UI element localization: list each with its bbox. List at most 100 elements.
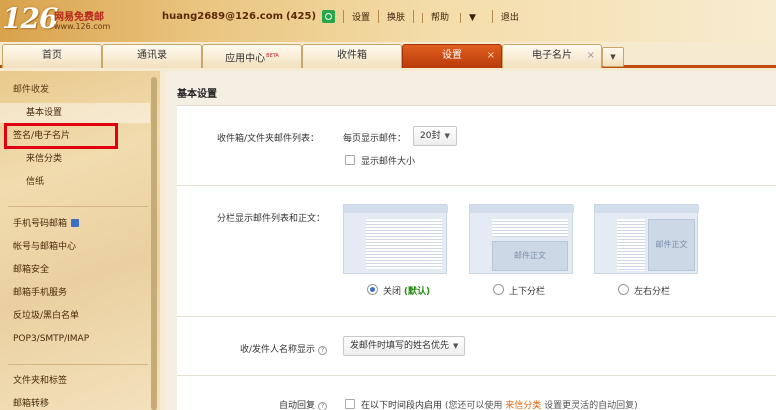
split-off-label: 关闭 (默认) — [383, 284, 430, 297]
auto-reply-hint: (您还可以使用 — [444, 401, 503, 410]
sender-display-select[interactable]: 发邮件时填写的姓名优先 ▼ — [343, 336, 466, 356]
preview-toolbar — [595, 205, 699, 213]
signature-highlight-box — [4, 123, 118, 149]
sidebar-divider — [8, 206, 148, 207]
sidebar-item-antispam[interactable]: 反垃圾/黑白名单 — [0, 306, 150, 326]
sidebar-item-mail-filter[interactable]: 来信分类 — [0, 149, 150, 169]
sidebar-item-account-center[interactable]: 帐号与邮箱中心 — [0, 237, 150, 257]
chevron-down-icon: ▼ — [444, 132, 450, 140]
chevron-down-icon: ▼ — [453, 342, 459, 350]
split-off-radio[interactable] — [367, 284, 378, 295]
preview-toolbar — [344, 205, 448, 213]
auto-reply-line: 在以下时间段内启用 (您还可以使用 来信分类 设置更灵活的自动回复) — [361, 398, 638, 410]
sidebar-item-stationery[interactable]: 信纸 — [0, 172, 150, 192]
sidebar-divider — [8, 364, 148, 365]
tab-ecard[interactable]: 电子名片 × — [502, 44, 602, 68]
tab-app-center-label: 应用中心 — [225, 53, 266, 65]
preview-body: 邮件正文 — [648, 219, 695, 271]
sidebar-item-mail-transfer[interactable]: 邮箱转移 — [0, 394, 150, 410]
sender-display-value: 发邮件时填写的姓名优先 — [350, 341, 450, 351]
topbar: huang2689@126.com (425) 设置 换肤 帮助 ▼ 退出 — [162, 10, 527, 23]
split-left-right-radio[interactable] — [618, 284, 629, 295]
auto-reply-tail: 设置更灵活的自动回复) — [544, 401, 638, 410]
info-icon[interactable]: ? — [318, 402, 327, 410]
tab-ecard-label: 电子名片 — [532, 50, 572, 61]
tab-contacts[interactable]: 通讯录 — [102, 44, 202, 68]
tab-settings-label: 设置 — [442, 50, 462, 61]
main-content: 基本设置 收件箱/文件夹邮件列表： 每页显示邮件： 20封 ▼ 显示邮件大小 分栏… — [165, 71, 776, 410]
page-title: 基本设置 — [177, 89, 217, 100]
phone-icon — [71, 219, 80, 227]
top-nav: 设置 换肤 帮助 ▼ 退出 — [343, 10, 527, 23]
tab-more-button[interactable]: ▼ — [602, 47, 624, 67]
chat-icon[interactable] — [322, 10, 336, 23]
preview-top-bottom[interactable]: 邮件正文 — [469, 204, 574, 274]
mail-filter-link[interactable]: 来信分类 — [505, 401, 541, 410]
preview-list — [366, 219, 442, 269]
tab-home[interactable]: 首页 — [2, 44, 102, 68]
split-view-label: 分栏显示邮件列表和正文： — [216, 214, 325, 224]
sidebar-item-basic-settings[interactable]: 基本设置 — [0, 103, 150, 123]
tab-inbox[interactable]: 收件箱 — [302, 44, 402, 68]
close-icon[interactable]: × — [487, 45, 495, 67]
auto-reply-label: 自动回复? — [207, 398, 327, 410]
split-left-right-label: 左右分栏 — [634, 287, 671, 297]
inbox-list-label: 收件箱/文件夹邮件列表： — [216, 134, 319, 144]
beta-badge: BETA — [266, 53, 279, 59]
preview-toolbar — [470, 205, 574, 213]
chevron-down-icon: ▼ — [459, 13, 484, 23]
settings-panel: 收件箱/文件夹邮件列表： 每页显示邮件： 20封 ▼ 显示邮件大小 分栏显示邮件列… — [177, 105, 776, 410]
show-size-label: 显示邮件大小 — [361, 157, 416, 167]
sidebar-item-mobile-service[interactable]: 邮箱手机服务 — [0, 283, 150, 303]
info-icon[interactable]: ? — [318, 346, 327, 355]
default-badge: (默认) — [403, 287, 431, 297]
tab-inbox-label: 收件箱 — [337, 50, 367, 61]
show-size-checkbox[interactable] — [345, 155, 355, 165]
nav-help[interactable]: 帮助 ▼ — [413, 10, 492, 23]
logo-name: 网易免费邮 — [54, 12, 104, 23]
split-top-bottom-label: 上下分栏 — [509, 287, 546, 297]
sidebar-item-security[interactable]: 邮箱安全 — [0, 260, 150, 280]
logo[interactable]: 126 网易免费邮 www.126.com — [2, 2, 152, 38]
sidebar-scroll-thumb[interactable] — [151, 77, 157, 410]
nav-settings[interactable]: 设置 — [343, 10, 378, 23]
per-page-select[interactable]: 20封 ▼ — [413, 126, 457, 146]
sidebar-section-folders[interactable]: 文件夹和标签 — [0, 371, 150, 391]
split-top-bottom-radio[interactable] — [493, 284, 504, 295]
sender-display-text: 收/发件人名称显示 — [239, 345, 315, 355]
sidebar-section-mail[interactable]: 邮件收发 — [0, 80, 150, 100]
row-divider — [177, 316, 776, 317]
header: 126 网易免费邮 www.126.com huang2689@126.com … — [0, 0, 776, 42]
sidebar-item-mobile-mail[interactable]: 手机号码邮箱 — [0, 214, 150, 234]
nav-logout[interactable]: 退出 — [491, 10, 527, 23]
close-icon[interactable]: × — [587, 45, 595, 67]
auto-reply-text: 在以下时间段内启用 — [361, 401, 443, 410]
tab-settings[interactable]: 设置 × — [402, 44, 502, 68]
preview-list — [492, 219, 568, 237]
row-divider — [177, 375, 776, 376]
split-off-text: 关闭 — [383, 287, 402, 297]
chevron-down-icon: ▼ — [610, 53, 616, 61]
tab-bar: 首页 通讯录 应用中心BETA 收件箱 设置 × 电子名片 × ▼ — [0, 42, 776, 68]
per-page-value: 20封 — [420, 131, 441, 141]
user-email[interactable]: huang2689@126.com — [162, 11, 283, 22]
tab-app-center[interactable]: 应用中心BETA — [202, 44, 302, 68]
sidebar-item-mobile-mail-label: 手机号码邮箱 — [13, 219, 68, 229]
mail-count[interactable]: (425) — [286, 11, 316, 22]
nav-skin[interactable]: 换肤 — [378, 10, 413, 23]
auto-reply-title: 自动回复 — [278, 401, 315, 410]
sidebar-scrollbar[interactable] — [151, 77, 157, 410]
preview-list — [617, 219, 645, 271]
per-page-label: 每页显示邮件： — [343, 134, 407, 144]
sidebar-item-pop3[interactable]: POP3/SMTP/IMAP — [0, 329, 150, 349]
preview-left-right[interactable]: 邮件正文 — [594, 204, 699, 274]
tab-home-label: 首页 — [42, 50, 62, 61]
sidebar: 邮件收发 基本设置 签名/电子名片 来信分类 信纸 手机号码邮箱 帐号与邮箱中心… — [0, 71, 160, 410]
sender-display-label: 收/发件人名称显示? — [207, 342, 327, 355]
logo-number: 126 — [2, 2, 58, 35]
row-divider — [177, 185, 776, 186]
nav-help-label: 帮助 — [422, 13, 458, 23]
tab-contacts-label: 通讯录 — [137, 50, 167, 61]
preview-close[interactable] — [343, 204, 448, 274]
auto-reply-checkbox[interactable] — [345, 399, 355, 409]
